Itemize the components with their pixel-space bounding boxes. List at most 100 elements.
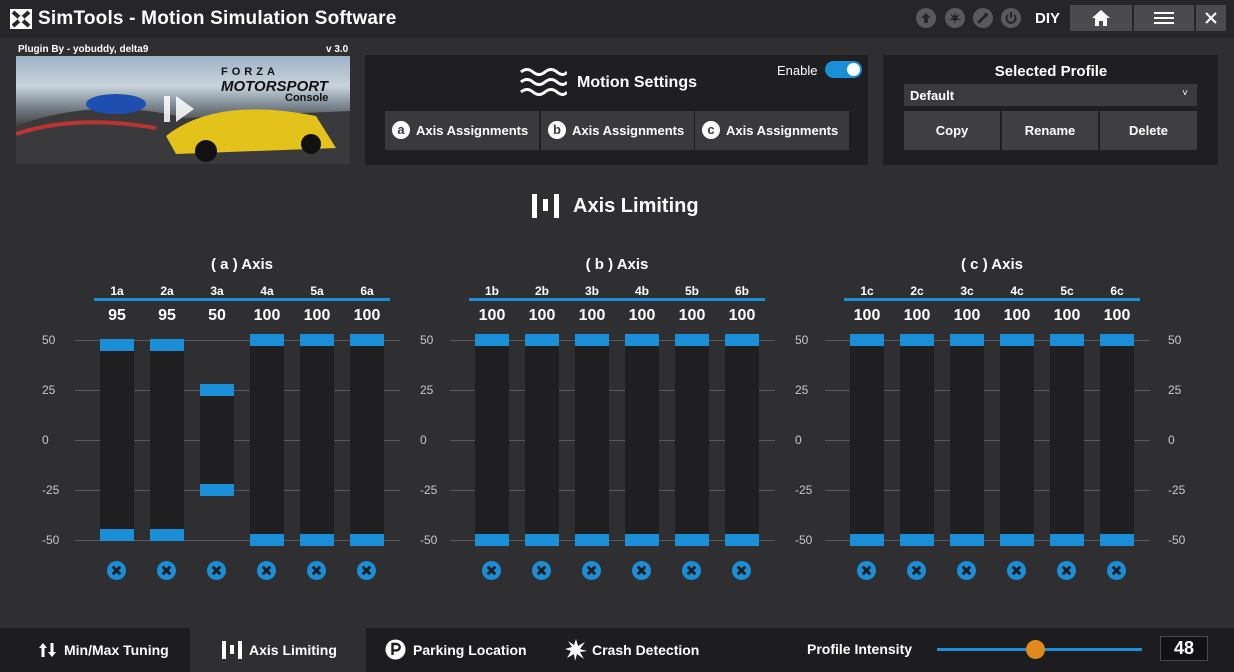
axis-limit-lower-handle[interactable]	[725, 534, 759, 546]
arrow-up-circle-icon[interactable]	[916, 8, 936, 28]
profile-intensity-value[interactable]: 48	[1160, 636, 1208, 661]
axis-limit-upper-handle[interactable]	[625, 334, 659, 346]
close-button[interactable]	[1196, 5, 1226, 31]
scale-tick-label: 25	[1168, 383, 1182, 397]
scale-tick-label: 50	[1168, 333, 1182, 347]
game-thumbnail[interactable]: FORZA MOTORSPORT Console	[16, 56, 350, 164]
axis-limit-lower-handle[interactable]	[575, 534, 609, 546]
axis-limit-lower-handle[interactable]	[350, 534, 384, 546]
tab-parking-location[interactable]: Parking Location	[366, 628, 546, 672]
axis-limit-lower-handle[interactable]	[525, 534, 559, 546]
axis-limit-lower-handle[interactable]	[1000, 534, 1034, 546]
axis-assignments-a-button[interactable]: a Axis Assignments	[385, 111, 539, 150]
axis-limit-lower-handle[interactable]	[150, 529, 184, 541]
axis-limit-lower-handle[interactable]	[900, 534, 934, 546]
axis-limit-upper-handle[interactable]	[1000, 334, 1034, 346]
axis-limit-track	[850, 340, 884, 540]
axis-reset-button[interactable]	[307, 561, 326, 580]
wrench-circle-icon[interactable]	[973, 8, 993, 28]
power-circle-icon[interactable]	[1001, 8, 1021, 28]
close-icon	[1205, 12, 1217, 24]
axis-limit-upper-handle[interactable]	[200, 384, 234, 396]
axis-limit-value: 100	[578, 307, 606, 324]
axis-group-title: ( c ) Axis	[961, 256, 1023, 273]
axis-reset-button[interactable]	[257, 561, 276, 580]
axis-limit-upper-handle[interactable]	[475, 334, 509, 346]
axis-reset-button[interactable]	[632, 561, 651, 580]
enable-label: Enable	[777, 63, 818, 78]
axis-limit-upper-handle[interactable]	[100, 339, 134, 351]
axis-reset-button[interactable]	[957, 561, 976, 580]
menu-button[interactable]	[1134, 5, 1194, 31]
axis-limit-lower-handle[interactable]	[625, 534, 659, 546]
axis-limit-track	[150, 345, 184, 535]
axis-reset-button[interactable]	[682, 561, 701, 580]
axis-reset-button[interactable]	[732, 561, 751, 580]
axis-group-underline	[94, 298, 390, 301]
axis-group-title: ( a ) Axis	[211, 256, 273, 273]
axis-limit-lower-handle[interactable]	[200, 484, 234, 496]
delete-profile-button[interactable]: Delete	[1100, 111, 1197, 150]
axis-reset-button[interactable]	[482, 561, 501, 580]
axis-column-label: 6a	[360, 284, 374, 298]
axis-reset-button[interactable]	[1057, 561, 1076, 580]
axis-reset-button[interactable]	[907, 561, 926, 580]
axis-reset-button[interactable]	[1007, 561, 1026, 580]
axis-reset-button[interactable]	[532, 561, 551, 580]
copy-profile-button[interactable]: Copy	[904, 111, 1000, 150]
axis-limit-upper-handle[interactable]	[525, 334, 559, 346]
axis-limit-track	[200, 390, 234, 490]
crash-burst-circle-icon[interactable]	[945, 8, 965, 28]
axis-limit-upper-handle[interactable]	[900, 334, 934, 346]
axis-assignments-c-button[interactable]: c Axis Assignments	[695, 111, 849, 150]
axis-limit-lower-handle[interactable]	[1050, 534, 1084, 546]
axis-reset-button[interactable]	[582, 561, 601, 580]
axis-limit-upper-handle[interactable]	[675, 334, 709, 346]
axis-reset-button[interactable]	[1107, 561, 1126, 580]
axis-limit-lower-handle[interactable]	[950, 534, 984, 546]
axis-limit-lower-handle[interactable]	[1100, 534, 1134, 546]
app-title: SimTools - Motion Simulation Software	[38, 8, 397, 29]
axis-limit-lower-handle[interactable]	[250, 534, 284, 546]
axis-limit-upper-handle[interactable]	[300, 334, 334, 346]
axis-limit-value: 95	[108, 307, 126, 324]
enable-toggle[interactable]	[825, 61, 862, 78]
axis-assignments-label: Axis Assignments	[572, 123, 685, 138]
tab-axis-limiting[interactable]: Axis Limiting	[190, 628, 366, 672]
axis-column-label: 1b	[484, 284, 499, 298]
profile-dropdown[interactable]: Default ˅	[904, 84, 1197, 106]
axis-limit-upper-handle[interactable]	[725, 334, 759, 346]
axis-limit-upper-handle[interactable]	[150, 339, 184, 351]
tab-min-max-tuning[interactable]: Min/Max Tuning	[0, 628, 190, 672]
tab-label: Parking Location	[413, 642, 527, 658]
tab-crash-detection[interactable]: Crash Detection	[546, 628, 726, 672]
axis-limit-lower-handle[interactable]	[475, 534, 509, 546]
axis-limit-track	[100, 345, 134, 535]
axis-assignments-b-button[interactable]: b Axis Assignments	[541, 111, 694, 150]
axis-limit-lower-handle[interactable]	[300, 534, 334, 546]
axis-limit-upper-handle[interactable]	[950, 334, 984, 346]
axis-limit-upper-handle[interactable]	[850, 334, 884, 346]
axis-reset-button[interactable]	[357, 561, 376, 580]
axis-group-underline	[469, 298, 765, 301]
axis-limit-upper-handle[interactable]	[350, 334, 384, 346]
axis-limit-value: 100	[628, 307, 656, 324]
home-button[interactable]	[1070, 5, 1132, 31]
axis-limit-upper-handle[interactable]	[575, 334, 609, 346]
scale-tick-label: -50	[1168, 533, 1186, 547]
axis-limit-upper-handle[interactable]	[1100, 334, 1134, 346]
axis-limit-track	[300, 340, 334, 540]
axis-limit-lower-handle[interactable]	[100, 529, 134, 541]
axis-limit-lower-handle[interactable]	[675, 534, 709, 546]
axis-reset-button[interactable]	[157, 561, 176, 580]
axis-column-label: 4b	[634, 284, 649, 298]
axis-reset-button[interactable]	[857, 561, 876, 580]
axis-reset-button[interactable]	[207, 561, 226, 580]
axis-reset-button[interactable]	[107, 561, 126, 580]
rename-profile-button[interactable]: Rename	[1002, 111, 1098, 150]
axis-limit-lower-handle[interactable]	[850, 534, 884, 546]
axis-limit-upper-handle[interactable]	[1050, 334, 1084, 346]
plugin-version: v 3.0	[326, 44, 349, 55]
axis-column-label: 5b	[684, 284, 699, 298]
axis-limit-upper-handle[interactable]	[250, 334, 284, 346]
